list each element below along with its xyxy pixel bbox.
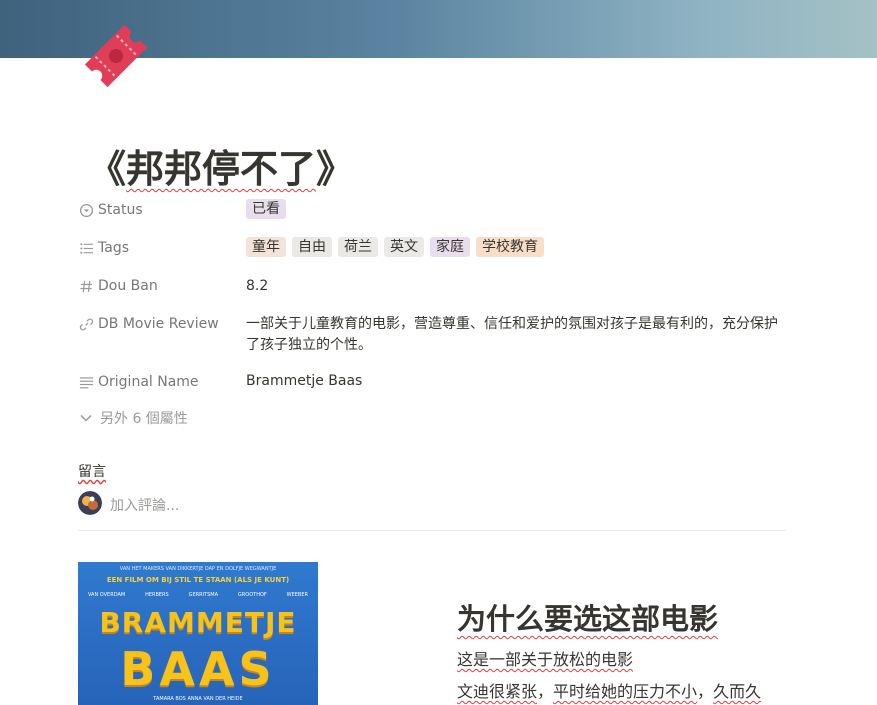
- property-value-douban[interactable]: 8.2: [246, 276, 268, 297]
- property-name-review[interactable]: DB Movie Review: [78, 312, 238, 336]
- tag-chip[interactable]: 学校教育: [476, 237, 544, 257]
- page-title[interactable]: 《邦邦停不了》: [88, 138, 354, 193]
- property-label: Status: [98, 202, 143, 218]
- property-label: Dou Ban: [98, 278, 158, 294]
- link-icon: [78, 316, 94, 332]
- title-bracket-close: 》: [316, 147, 355, 191]
- tag-chip[interactable]: 自由: [292, 237, 332, 257]
- comments-heading: 留言: [78, 464, 106, 480]
- ticket-icon[interactable]: [74, 14, 158, 98]
- poster-cast-name: WEEBER: [286, 592, 308, 598]
- status-tag[interactable]: 已看: [246, 199, 286, 219]
- tag-chip[interactable]: 英文: [384, 237, 424, 257]
- property-status: Status 已看: [78, 198, 788, 222]
- property-name-status[interactable]: Status: [78, 198, 238, 222]
- divider: [78, 530, 786, 531]
- poster-cast-name: HERBERS: [145, 592, 169, 598]
- paragraph-text: 文迪很紧张: [457, 682, 538, 701]
- section-heading[interactable]: 为什么要选这部电影: [457, 596, 718, 638]
- property-label: Tags: [98, 240, 129, 256]
- text-icon: [78, 374, 94, 390]
- avatar[interactable]: [78, 491, 102, 515]
- tag-chip[interactable]: 家庭: [430, 237, 470, 257]
- comment-input[interactable]: 加入評論...: [110, 495, 179, 515]
- paragraph-text: 这是一部关于放松的电影: [457, 650, 634, 669]
- property-value-original[interactable]: Brammetje Baas: [246, 371, 362, 392]
- list-icon: [78, 240, 94, 256]
- property-value-review[interactable]: 一部关于儿童教育的电影，营造尊重、信任和爱护的氛围对孩子是最有利的，充分保护 了…: [246, 314, 786, 356]
- tag-chip[interactable]: 荷兰: [338, 237, 378, 257]
- property-value-tags[interactable]: 童年 自由 荷兰 英文 家庭 学校教育: [246, 237, 550, 258]
- more-properties-label: 另外 6 個屬性: [100, 411, 188, 427]
- status-icon: [78, 202, 94, 218]
- property-name-original[interactable]: Original Name: [78, 370, 238, 394]
- paragraph-text: ，: [697, 682, 714, 701]
- poster-title-line1: BRAMMETJE: [99, 606, 297, 639]
- paragraph-text: ，: [537, 682, 554, 701]
- poster-title-line2: BAAS: [120, 642, 276, 696]
- hash-icon: [78, 278, 94, 294]
- paragraph[interactable]: 文迪很紧张，平时给她的压力不小，久而久: [457, 678, 761, 702]
- property-label: DB Movie Review: [98, 316, 219, 332]
- movie-poster[interactable]: VAN HET MAKERS VAN DIKKERTJE DAP EN DOLF…: [78, 562, 318, 705]
- paragraph-text: 平时给她的压力不小: [553, 682, 698, 701]
- poster-cast-name: GERRITSMA: [188, 592, 219, 598]
- title-text: 邦邦停不了: [126, 147, 317, 191]
- property-name-douban[interactable]: Dou Ban: [78, 274, 238, 298]
- poster-cast: VAN OVERDAM HERBERS GERRITSMA GROOTHOF W…: [78, 592, 318, 598]
- more-properties-toggle[interactable]: 另外 6 個屬性: [78, 408, 188, 428]
- property-review: DB Movie Review 一部关于儿童教育的电影，营造尊重、信任和爱护的氛…: [78, 312, 788, 358]
- property-label: Original Name: [98, 374, 199, 390]
- poster-tagline: EEN FILM OM BIJ STIL TE STAAN (ALS JE KU…: [106, 576, 290, 584]
- property-name-tags[interactable]: Tags: [78, 236, 238, 260]
- title-bracket-open: 《: [88, 147, 127, 191]
- poster-credits: TAMARA BOS ANNA VAN DER HEIDE: [153, 696, 243, 702]
- poster-top-text: VAN HET MAKERS VAN DIKKERTJE DAP EN DOLF…: [119, 566, 277, 572]
- paragraph-text: 久而久: [713, 682, 762, 701]
- property-douban: Dou Ban 8.2: [78, 274, 788, 298]
- poster-cast-name: VAN OVERDAM: [87, 592, 126, 598]
- paragraph[interactable]: 这是一部关于放松的电影: [457, 646, 633, 670]
- review-line-1: 一部关于儿童教育的电影，营造尊重、信任和爱护的氛围对孩子是最有利的，充分保护: [246, 316, 778, 332]
- poster-cast-name: GROOTHOF: [237, 592, 267, 598]
- tag-chip[interactable]: 童年: [246, 237, 286, 257]
- chevron-down-icon: [80, 414, 92, 422]
- review-line-2: 了孩子独立的个性。: [246, 337, 372, 353]
- property-value-status[interactable]: 已看: [246, 199, 292, 220]
- property-tags: Tags 童年 自由 荷兰 英文 家庭 学校教育: [78, 236, 788, 260]
- property-original-name: Original Name Brammetje Baas: [78, 370, 788, 394]
